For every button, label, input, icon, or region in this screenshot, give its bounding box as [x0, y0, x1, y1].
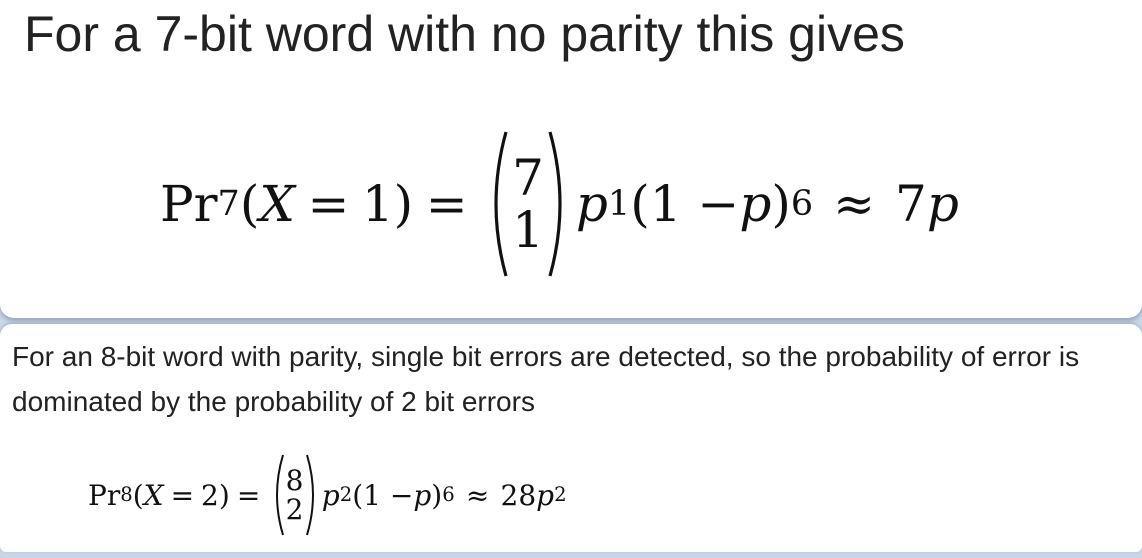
inner-equals: = [307, 175, 350, 233]
binomial-coefficient: 8 2 [270, 452, 320, 538]
open-paren: ( [132, 478, 144, 512]
right-paren-icon [548, 131, 562, 277]
approx-sign: ≈ [833, 175, 876, 233]
slide-bottom: For an 8-bit word with parity, single bi… [0, 324, 1142, 552]
result-coefficient: 28 [500, 478, 537, 512]
left-paren-icon [275, 454, 284, 536]
left-paren-icon [494, 131, 508, 277]
p-term: p [321, 478, 340, 512]
event-value: 2 [201, 478, 219, 512]
factor-close: ) [771, 175, 791, 233]
binomial-n: 7 [512, 148, 544, 207]
slide-paragraph: For an 8-bit word with parity, single bi… [12, 341, 1080, 417]
binomial-coefficient: 7 1 [484, 128, 572, 280]
slide-heading: For a 7-bit word with no parity this giv… [24, 6, 905, 62]
prob-operator: Pr [88, 478, 121, 512]
equals-sign: = [425, 175, 468, 233]
factor-open: (1 − [630, 175, 740, 233]
close-paren: ) [218, 478, 230, 512]
approx-sign: ≈ [465, 478, 490, 512]
binomial-k: 1 [512, 201, 544, 259]
p-term: p [575, 175, 608, 233]
random-variable: X [259, 175, 295, 233]
factor-close: ) [431, 478, 443, 512]
p-term-2: p [413, 478, 432, 512]
random-variable: X [143, 478, 164, 512]
equals-sign: = [236, 478, 261, 512]
probability-equation-7bit: Pr 7(X = 1) = 7 1 p 1 (1 − p) 6 ≈7 p [160, 128, 959, 280]
result-variable: p [926, 175, 959, 233]
binomial-n: 8 [285, 463, 304, 497]
open-paren: ( [239, 175, 260, 233]
p-term-2: p [739, 175, 772, 233]
right-paren-icon [305, 454, 314, 536]
slide-top: For a 7-bit word with no parity this giv… [0, 0, 1142, 318]
prob-operator: Pr [160, 175, 218, 233]
result-variable: p [536, 478, 555, 512]
factor-open: (1 − [352, 478, 414, 512]
result-coefficient: 7 [895, 175, 927, 233]
probability-equation-8bit: Pr 8(X = 2) = 8 2 p 2 (1 − p) 6 ≈28 p 2 [88, 452, 567, 538]
inner-equals: = [170, 478, 195, 512]
binomial-k: 2 [285, 493, 304, 526]
event-value: 1 [361, 175, 394, 233]
close-paren: ) [393, 175, 414, 233]
